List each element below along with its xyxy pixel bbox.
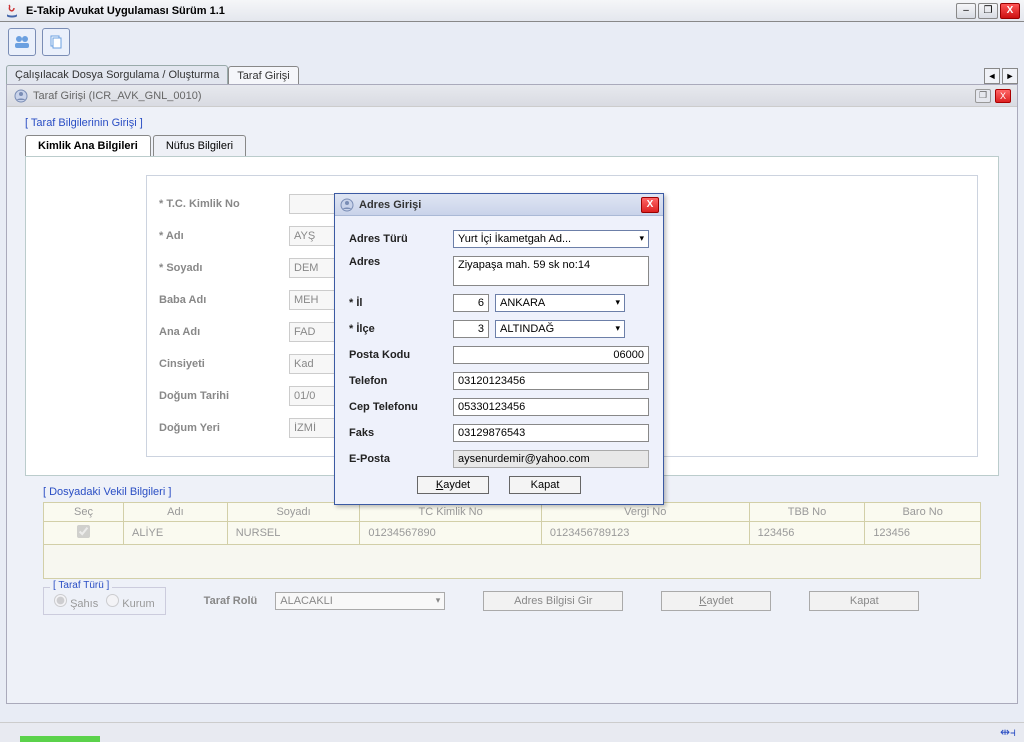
radio-sahis[interactable]: Şahıs [54, 594, 98, 610]
close-button[interactable]: X [1000, 3, 1020, 19]
col-tc: TC Kimlik No [360, 503, 541, 522]
kapat-button[interactable]: Kapat [809, 591, 919, 611]
maximize-button[interactable]: ❐ [978, 3, 998, 19]
tab-taraf-girisi[interactable]: Taraf Girişi [228, 66, 299, 85]
sub-tab-nufus[interactable]: Nüfus Bilgileri [153, 135, 246, 156]
java-icon [13, 88, 29, 104]
vekil-row[interactable]: ALİYE NURSEL 01234567890 0123456789123 1… [44, 522, 981, 545]
java-icon [4, 3, 20, 19]
vekil-adi: ALİYE [124, 522, 228, 545]
tab-nav-prev[interactable]: ◄ [984, 68, 1000, 84]
baba-label: Baba Adı [159, 294, 289, 306]
vekil-vergi: 0123456789123 [541, 522, 749, 545]
eposta-input[interactable] [453, 450, 649, 468]
dialog-kapat-button[interactable]: Kapat [509, 476, 581, 494]
dialog-close-button[interactable]: X [641, 197, 659, 213]
vekil-tbb: 123456 [749, 522, 865, 545]
col-adi: Adı [124, 503, 228, 522]
inner-close-button[interactable]: X [995, 89, 1011, 103]
tab-nav-next[interactable]: ► [1002, 68, 1018, 84]
col-baro: Baro No [865, 503, 981, 522]
vekil-baro: 123456 [865, 522, 981, 545]
vekil-row-checkbox[interactable] [77, 525, 90, 538]
vekil-table: Seç Adı Soyadı TC Kimlik No Vergi No TBB… [43, 502, 981, 545]
cep-telefonu-label: Cep Telefonu [349, 401, 453, 413]
inner-maximize-button[interactable]: ❐ [975, 89, 991, 103]
faks-label: Faks [349, 427, 453, 439]
vekil-table-empty-area [43, 545, 981, 579]
users-icon [14, 34, 30, 50]
ilce-code-input[interactable] [453, 320, 489, 338]
taraf-turu-legend: [ Taraf Türü ] [50, 580, 112, 591]
vekil-header-row: Seç Adı Soyadı TC Kimlik No Vergi No TBB… [44, 503, 981, 522]
eposta-label: E-Posta [349, 453, 453, 465]
ilce-select[interactable]: ALTINDAĞ [495, 320, 625, 338]
kaydet-button[interactable]: Kaydet [661, 591, 771, 611]
adres-turu-label: Adres Türü [349, 233, 453, 245]
status-progress [20, 736, 100, 742]
vekil-tc: 01234567890 [360, 522, 541, 545]
dialog-header[interactable]: Adres Girişi X [335, 194, 663, 216]
adres-bilgisi-gir-button[interactable]: Adres Bilgisi Gir [483, 591, 623, 611]
sub-tab-kimlik[interactable]: Kimlik Ana Bilgileri [25, 135, 151, 156]
java-icon [339, 197, 355, 213]
dogum-yeri-label: Doğum Yeri [159, 422, 289, 434]
col-sec: Seç [44, 503, 124, 522]
faks-input[interactable] [453, 424, 649, 442]
status-bar: ⇹⫞ [0, 722, 1024, 742]
main-toolbar [0, 22, 1024, 62]
bottom-panel: [ Taraf Türü ] Şahıs Kurum Taraf Rolü AL… [43, 587, 981, 615]
col-tbb: TBB No [749, 503, 865, 522]
adres-label: Adres [349, 256, 453, 268]
taraf-rolu-label: Taraf Rolü [204, 595, 258, 607]
tab-dosya-sorgulama[interactable]: Çalışılacak Dosya Sorgulama / Oluşturma [6, 65, 228, 84]
adres-turu-select[interactable]: Yurt İçi İkametgah Ad... [453, 230, 649, 248]
sub-tabbar: Kimlik Ana Bilgileri Nüfus Bilgileri [25, 135, 999, 156]
dialog-title: Adres Girişi [359, 199, 421, 211]
copy-toolbar-button[interactable] [42, 28, 70, 56]
col-vergi: Vergi No [541, 503, 749, 522]
il-select[interactable]: ANKARA [495, 294, 625, 312]
section-taraf-bilgileri-label: [ Taraf Bilgilerinin Girişi ] [7, 107, 1017, 135]
telefon-input[interactable] [453, 372, 649, 390]
dogum-tarih-label: Doğum Tarihi [159, 390, 289, 402]
cep-telefonu-input[interactable] [453, 398, 649, 416]
col-soyadi: Soyadı [227, 503, 360, 522]
telefon-label: Telefon [349, 375, 453, 387]
il-label: * İl [349, 297, 453, 309]
ana-label: Ana Adı [159, 326, 289, 338]
inner-window-title: Taraf Girişi (ICR_AVK_GNL_0010) [33, 90, 202, 102]
adi-label: * Adı [159, 230, 289, 242]
ilce-label: * İlçe [349, 323, 453, 335]
minimize-button[interactable]: – [956, 3, 976, 19]
il-code-input[interactable] [453, 294, 489, 312]
taraf-rolu-select[interactable]: ALACAKLI [275, 592, 445, 610]
main-tabbar: Çalışılacak Dosya Sorgulama / Oluşturma … [6, 65, 984, 84]
window-title: E-Takip Avukat Uygulaması Sürüm 1.1 [26, 5, 225, 17]
radio-kurum[interactable]: Kurum [106, 594, 154, 610]
users-toolbar-button[interactable] [8, 28, 36, 56]
dialog-kaydet-button[interactable]: Kaydet [417, 476, 489, 494]
vekil-soyadi: NURSEL [227, 522, 360, 545]
documents-icon [48, 34, 64, 50]
adres-textarea[interactable] [453, 256, 649, 286]
cinsiyet-label: Cinsiyeti [159, 358, 289, 370]
soyadi-label: * Soyadı [159, 262, 289, 274]
taraf-turu-group: [ Taraf Türü ] Şahıs Kurum [43, 587, 166, 615]
adres-girisi-dialog: Adres Girişi X Adres Türü Yurt İçi İkame… [334, 193, 664, 505]
tc-kimlik-label: * T.C. Kimlik No [159, 198, 289, 210]
window-titlebar: E-Takip Avukat Uygulaması Sürüm 1.1 – ❐ … [0, 0, 1024, 22]
status-resize-icon: ⇹⫞ [1000, 725, 1016, 740]
posta-kodu-label: Posta Kodu [349, 349, 453, 361]
inner-window-header: Taraf Girişi (ICR_AVK_GNL_0010) ❐ X [7, 85, 1017, 107]
posta-kodu-input[interactable] [453, 346, 649, 364]
